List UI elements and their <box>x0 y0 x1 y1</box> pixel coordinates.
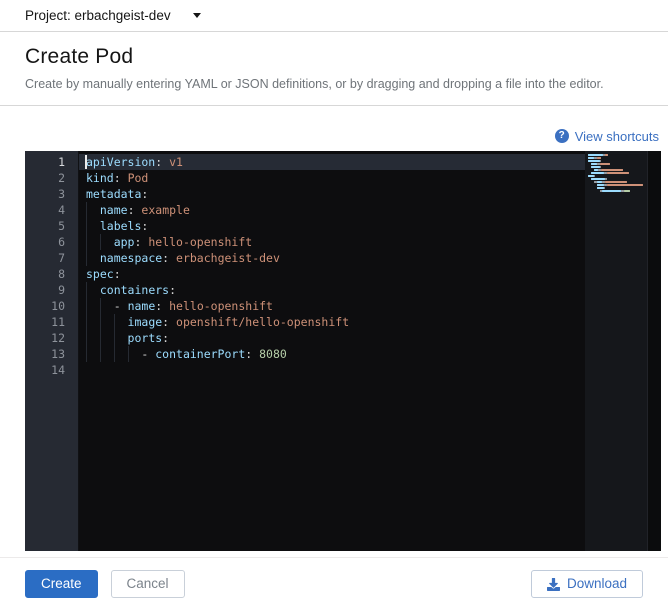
indent-guide <box>99 234 101 250</box>
code-line[interactable]: labels: <box>79 218 585 234</box>
code-line[interactable]: ports: <box>79 330 585 346</box>
minimap-line <box>588 193 645 196</box>
code-line[interactable]: spec: <box>79 266 585 282</box>
code-line[interactable]: - containerPort: 8080 <box>79 346 585 362</box>
view-shortcuts-link[interactable]: ? View shortcuts <box>554 128 659 144</box>
code-line[interactable]: name: example <box>79 202 585 218</box>
code-line[interactable]: namespace: erbachgeist-dev <box>79 250 585 266</box>
page-header: Create Pod Create by manually entering Y… <box>0 32 668 106</box>
indent-guide <box>86 250 87 266</box>
line-number: 9 <box>58 283 65 297</box>
chevron-down-icon <box>192 13 201 18</box>
indent-guide <box>86 330 87 346</box>
page-subtitle: Create by manually entering YAML or JSON… <box>25 77 604 91</box>
line-number: 1 <box>58 155 65 169</box>
editor-gutter: 1 2 3 4 5 6 7 8 9 10 11 12 13 14 <box>25 151 78 551</box>
indent-guide <box>127 346 129 362</box>
editor-minimap[interactable] <box>585 151 647 551</box>
indent-guide <box>86 218 87 234</box>
indent-guide <box>113 346 115 362</box>
line-number: 7 <box>58 251 65 265</box>
indent-guide <box>86 282 87 298</box>
indent-guide <box>86 314 87 330</box>
page-title: Create Pod <box>25 45 134 68</box>
indent-guide <box>86 346 87 362</box>
line-number: 11 <box>51 315 65 329</box>
line-number: 13 <box>51 347 65 361</box>
download-button-label: Download <box>566 575 627 591</box>
line-number: 3 <box>58 187 65 201</box>
text-cursor <box>85 155 87 169</box>
editor-toolbar: ? View shortcuts <box>25 128 659 144</box>
indent-guide <box>99 330 101 346</box>
indent-guide <box>113 314 115 330</box>
help-icon: ? <box>554 129 569 143</box>
indent-guide <box>86 234 87 250</box>
code-line[interactable] <box>79 362 585 378</box>
indent-guide <box>99 314 101 330</box>
line-number: 10 <box>51 299 65 313</box>
code-line[interactable]: app: hello-openshift <box>79 234 585 250</box>
create-button[interactable]: Create <box>25 570 98 598</box>
project-selector[interactable]: Project: erbachgeist-dev <box>0 0 668 32</box>
line-number: 14 <box>51 363 65 377</box>
project-selector-label: Project: erbachgeist-dev <box>25 8 171 23</box>
code-line[interactable]: apiVersion: v1 <box>79 154 585 170</box>
indent-guide <box>99 298 101 314</box>
line-number: 5 <box>58 219 65 233</box>
action-footer: Create Cancel Download <box>0 558 668 598</box>
editor-code-area[interactable]: apiVersion: v1 kind: Pod metadata: name: e… <box>78 151 585 551</box>
editor-scrollbar[interactable] <box>647 151 661 551</box>
code-line[interactable]: containers: <box>79 282 585 298</box>
indent-guide <box>113 330 115 346</box>
line-number: 8 <box>58 267 65 281</box>
cancel-button[interactable]: Cancel <box>110 570 185 598</box>
indent-guide <box>86 298 87 314</box>
line-number: 4 <box>58 203 65 217</box>
code-line[interactable]: - name: hello-openshift <box>79 298 585 314</box>
code-line[interactable]: kind: Pod <box>79 170 585 186</box>
view-shortcuts-label: View shortcuts <box>574 128 659 144</box>
indent-guide <box>99 346 101 362</box>
indent-guide <box>86 202 87 218</box>
project-bar: Project: erbachgeist-dev <box>0 0 668 32</box>
line-number: 6 <box>58 235 65 249</box>
download-icon <box>546 577 560 591</box>
line-number: 12 <box>51 331 65 345</box>
code-line[interactable]: image: openshift/hello-openshift <box>79 314 585 330</box>
line-number: 2 <box>58 171 65 185</box>
yaml-editor[interactable]: 1 2 3 4 5 6 7 8 9 10 11 12 13 14 apiVersion: v1 kind: … <box>25 151 661 551</box>
download-button[interactable]: Download <box>530 570 643 598</box>
code-line[interactable]: metadata: <box>79 186 585 202</box>
